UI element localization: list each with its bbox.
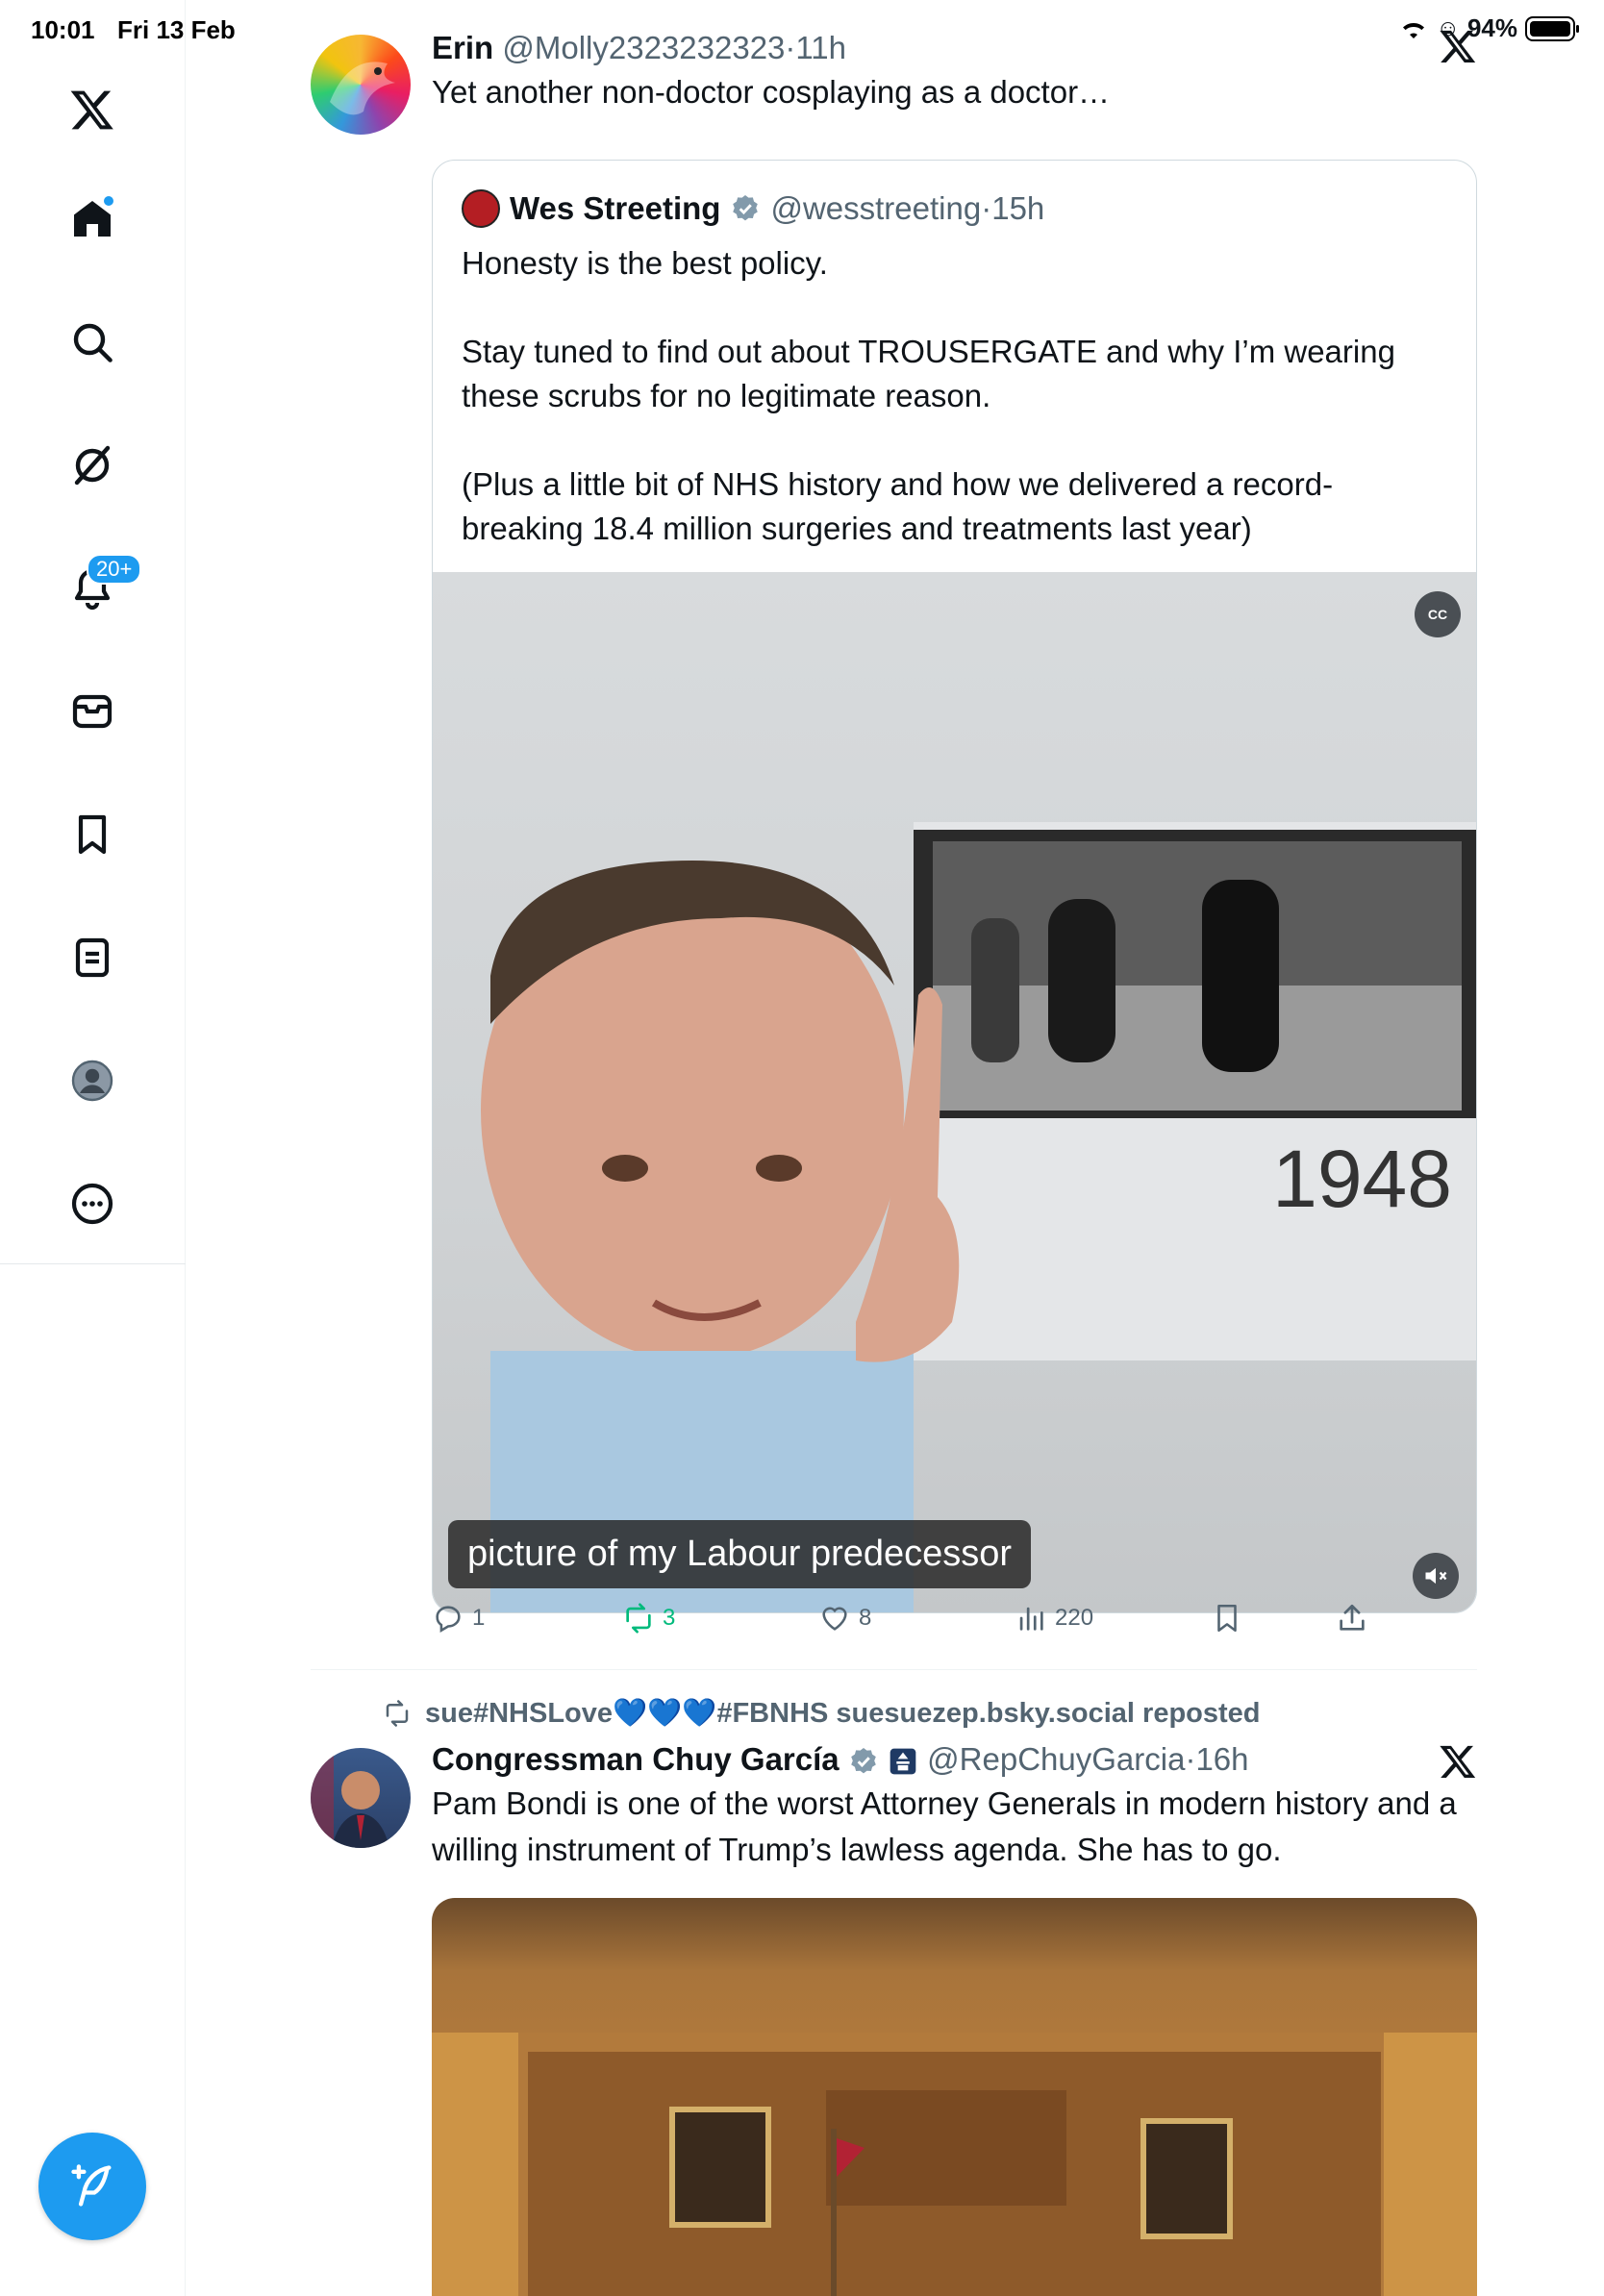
author-handle[interactable]: @Molly2323232323 (502, 30, 785, 65)
mute-button[interactable] (1413, 1553, 1459, 1599)
profile-avatar-icon[interactable] (63, 1052, 121, 1110)
video-caption: picture of my Labour predecessor (448, 1520, 1032, 1588)
quote-paragraph: Honesty is the best policy. (462, 245, 828, 281)
portrait-avatar-art (311, 1748, 389, 1848)
post-actions: 1 3 8 220 (432, 1602, 1477, 1644)
x-source-icon (1440, 1745, 1476, 1778)
repost-icon (386, 1700, 409, 1727)
like-button[interactable]: 8 (818, 1602, 871, 1635)
reply-icon (436, 1606, 461, 1634)
lists-icon[interactable] (63, 929, 121, 986)
reply-button[interactable]: 1 (432, 1602, 485, 1635)
post-text: Yet another non-doctor cosplaying as a d… (432, 74, 1111, 110)
quote-avatar[interactable] (462, 189, 500, 228)
sidebar-divider (0, 1263, 186, 1264)
video-player[interactable]: 1948 CC picture of my Labour predecessor (433, 572, 1476, 1612)
post-time[interactable]: 16h (1195, 1741, 1248, 1777)
share-button[interactable] (1336, 1602, 1368, 1635)
reply-count: 1 (472, 1605, 486, 1631)
verified-badge-icon (851, 1748, 876, 1774)
compose-button[interactable] (38, 2133, 146, 2240)
repost-icon (626, 1603, 651, 1634)
author-handle[interactable]: @RepChuyGarcia (927, 1741, 1185, 1777)
sidebar: 20+ (0, 0, 186, 2296)
notifications-badge: 20+ (87, 554, 142, 585)
photo-year-text: 1948 (1272, 1134, 1452, 1224)
quote-header: Wes Streeting @wesstreeting · 15h (462, 187, 1044, 230)
quoted-post[interactable]: Wes Streeting @wesstreeting · 15h Honesty … (432, 160, 1477, 1613)
eagle-avatar-art (330, 62, 395, 115)
notifications-icon[interactable]: 20+ (63, 554, 142, 617)
quote-author-name[interactable]: Wes Streeting (510, 187, 720, 230)
views-chart-icon (1019, 1607, 1043, 1631)
quote-time[interactable]: 15h (991, 187, 1044, 230)
avatar[interactable] (311, 35, 411, 135)
x-logo-icon[interactable] (63, 81, 121, 138)
post-divider (311, 1669, 1477, 1670)
battery-icon (1525, 15, 1579, 41)
more-icon[interactable] (63, 1175, 121, 1233)
bookmark-icon (1217, 1604, 1237, 1633)
reposted-by-text: sue#NHSLove💙💙💙#FBNHS suesuezep.bsky.soci… (425, 1698, 1261, 1729)
grok-icon[interactable] (63, 437, 121, 494)
repost-context[interactable]: sue#NHSLove💙💙💙#FBNHS suesuezep.bsky.soci… (383, 1697, 1261, 1730)
author-name[interactable]: Congressman Chuy García (432, 1741, 840, 1777)
quote-paragraph: (Plus a little bit of NHS history and ho… (462, 466, 1334, 546)
share-icon (1340, 1604, 1365, 1631)
government-affiliation-icon (890, 1748, 916, 1775)
heart-icon (822, 1607, 847, 1631)
hearing-room-art (432, 2033, 1477, 2296)
post-video[interactable] (432, 1898, 1477, 2296)
verified-badge-icon (733, 195, 759, 221)
dot-separator: · (981, 190, 992, 226)
home-unread-dot (102, 194, 115, 208)
repost-count: 3 (663, 1605, 676, 1631)
view-count: 220 (1055, 1605, 1094, 1631)
closed-captions-button[interactable]: CC (1415, 591, 1461, 637)
dot-separator: · (785, 30, 796, 65)
post-header: Congressman Chuy García @RepChuyGarcia·1… (432, 1738, 1477, 1781)
speaker-muted-icon (1425, 1567, 1447, 1585)
search-icon[interactable] (63, 313, 121, 371)
post-time[interactable]: 11h (795, 30, 846, 65)
post-text: Pam Bondi is one of the worst Attorney G… (432, 1785, 1457, 1867)
author-name[interactable]: Erin (432, 30, 493, 65)
dot-separator: · (1185, 1741, 1196, 1777)
messages-icon[interactable] (63, 683, 121, 740)
views-button[interactable]: 220 (1015, 1602, 1093, 1635)
x-source-icon (1440, 30, 1476, 62)
avatar[interactable] (311, 1748, 411, 1848)
quote-paragraph: Stay tuned to find out about TROUSERGATE… (462, 334, 1395, 413)
quote-text: Honesty is the best policy. Stay tuned t… (462, 241, 1452, 551)
bookmarks-icon[interactable] (63, 806, 121, 863)
like-count: 8 (859, 1605, 872, 1631)
home-icon[interactable] (63, 190, 121, 248)
repost-button[interactable]: 3 (622, 1602, 675, 1635)
post-header: Erin @Molly2323232323·11h (432, 27, 1477, 69)
bookmark-button[interactable] (1211, 1602, 1243, 1635)
compose-icon (71, 2164, 112, 2207)
post[interactable]: Erin @Molly2323232323·11h Yet another no… (311, 27, 1477, 1661)
video-frame-art: 1948 (481, 822, 1476, 1612)
quote-handle[interactable]: @wesstreeting (770, 187, 981, 230)
